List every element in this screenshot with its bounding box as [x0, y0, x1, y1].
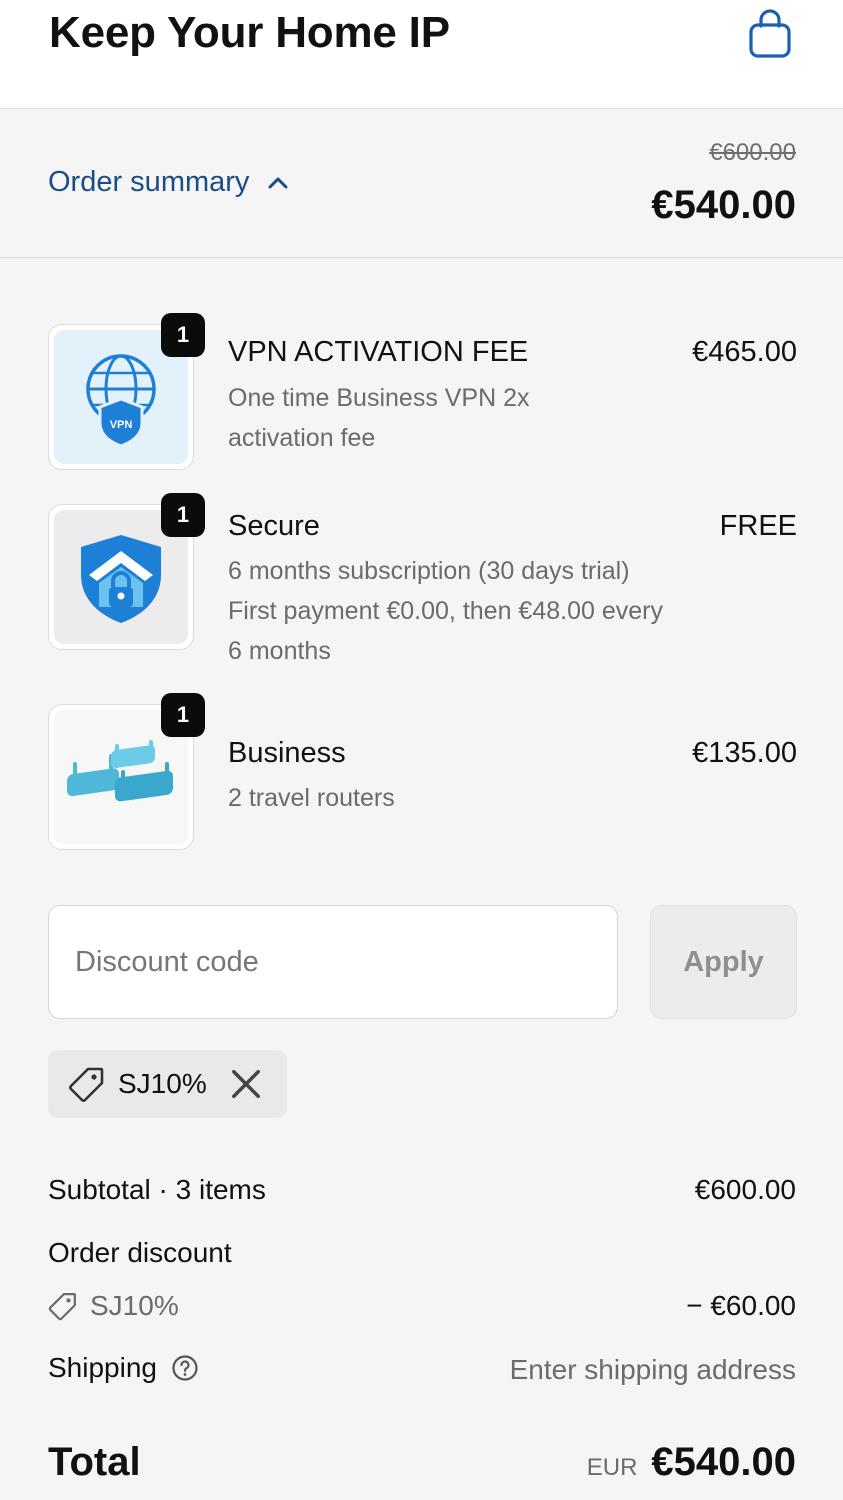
subtotal-value: €600.00: [694, 1174, 796, 1205]
line-item: VPN 1 VPN ACTIVATION FEE €465.00 One tim…: [48, 313, 797, 474]
svg-text:VPN: VPN: [110, 419, 133, 431]
shipping-value: Enter shipping address: [509, 1354, 796, 1385]
item-description: One time Business VPN 2x activation fee: [228, 384, 530, 452]
order-summary-toggle[interactable]: Order summary: [48, 166, 289, 199]
currency-code: EUR: [586, 1454, 638, 1481]
store-header: Keep Your Home IP: [0, 0, 843, 109]
line-item: 1 Business €135.00 2 travel routers: [48, 693, 797, 854]
order-discount-code-text: SJ10%: [90, 1290, 179, 1321]
item-name: Secure: [228, 510, 320, 542]
item-name: Business: [228, 737, 346, 769]
tag-icon: [69, 1067, 104, 1102]
line-item: 1 Secure FREE 6 months subscription (30 …: [48, 493, 797, 674]
shipping-label-group: Shipping: [48, 1352, 199, 1384]
total-label: Total: [48, 1440, 141, 1484]
vpn-globe-shield-icon: VPN: [86, 354, 156, 447]
product-thumbnail: 1: [48, 693, 205, 850]
close-icon[interactable]: [227, 1065, 265, 1103]
tag-icon: [48, 1293, 76, 1321]
product-thumbnail: VPN 1: [48, 313, 205, 470]
applied-discount-chip: SJ10%: [48, 1050, 287, 1118]
item-description: 2 travel routers: [228, 784, 395, 812]
house-shield-lock-icon: [81, 535, 161, 623]
shipping-label: Shipping: [48, 1352, 157, 1383]
original-price: €600.00: [709, 139, 796, 166]
order-summary-label: Order summary: [48, 166, 250, 198]
quantity-badge: 1: [161, 313, 205, 357]
summary-price: €540.00: [651, 183, 796, 227]
chevron-up-icon: [268, 177, 288, 188]
order-discount-label: Order discount: [48, 1237, 232, 1268]
item-name: VPN ACTIVATION FEE: [228, 336, 529, 368]
item-description: 6 months subscription (30 days trial) Fi…: [228, 557, 663, 665]
help-circle-icon[interactable]: [171, 1354, 199, 1382]
order-discount-value: − €60.00: [686, 1290, 796, 1321]
item-price: €465.00: [692, 336, 797, 368]
item-price: €135.00: [692, 737, 797, 769]
subtotal-label: Subtotal · 3 items: [48, 1174, 266, 1205]
quantity-badge: 1: [161, 693, 205, 737]
store-title[interactable]: Keep Your Home IP: [49, 8, 450, 58]
product-thumbnail: 1: [48, 493, 205, 650]
shopping-bag-icon[interactable]: [746, 8, 794, 60]
order-discount-code: SJ10%: [48, 1290, 179, 1322]
total-value: €540.00: [651, 1440, 796, 1484]
item-price: FREE: [719, 510, 797, 542]
quantity-badge: 1: [161, 493, 205, 537]
total-amount: EUR €540.00: [587, 1440, 796, 1485]
apply-discount-button[interactable]: Apply: [650, 905, 797, 1019]
discount-code-input[interactable]: [48, 905, 618, 1019]
travel-routers-image: [67, 740, 173, 802]
applied-discount-code: SJ10%: [118, 1068, 207, 1099]
